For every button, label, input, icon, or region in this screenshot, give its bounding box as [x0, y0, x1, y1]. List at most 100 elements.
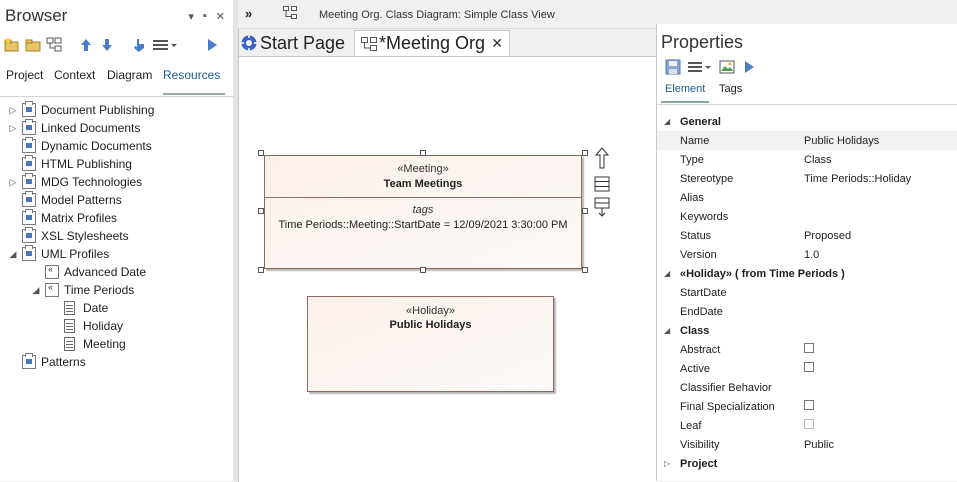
section-class[interactable]: ◢ Class — [657, 321, 957, 340]
expand-icon[interactable]: ▷ — [8, 123, 18, 134]
browser-tabs: Project Context Diagram Resources — [0, 66, 233, 97]
locate-icon[interactable] — [131, 37, 147, 53]
prop-key: Active — [680, 362, 710, 375]
prop-row-version[interactable]: Version 1.0 — [657, 245, 957, 264]
move-up-icon[interactable] — [78, 37, 94, 53]
tree-item-html-publishing[interactable]: HTML Publishing — [8, 155, 132, 173]
collapse-icon[interactable]: ◢ — [664, 269, 670, 278]
tree-item-label: Dynamic Documents — [41, 139, 152, 153]
prop-row-startdate[interactable]: StartDate — [657, 283, 957, 302]
tree-item-mdg-technologies[interactable]: ▷ MDG Technologies — [8, 173, 142, 191]
pin-icon[interactable]: ▪ — [203, 10, 207, 23]
new-package-icon[interactable] — [4, 37, 20, 53]
menu-icon[interactable] — [687, 59, 713, 75]
resize-handle[interactable] — [582, 267, 588, 273]
prop-value[interactable]: Class — [804, 154, 832, 166]
prop-row-leaf[interactable]: Leaf — [657, 416, 957, 435]
collapse-icon[interactable]: ◢ — [664, 117, 670, 126]
prop-value[interactable]: 1.0 — [804, 249, 819, 261]
expand-icon[interactable]: ▷ — [664, 459, 670, 468]
tab-resources[interactable]: Resources — [163, 68, 220, 82]
section-general[interactable]: ◢ General — [657, 112, 957, 131]
properties-drop-icon[interactable] — [594, 197, 610, 220]
tab-start-page[interactable]: Start Page — [240, 30, 345, 56]
close-tab-icon[interactable]: ✕ — [491, 35, 503, 52]
section-holiday[interactable]: ◢ «Holiday» ( from Time Periods ) — [657, 264, 957, 283]
prop-row-final-specialization[interactable]: Final Specialization — [657, 397, 957, 416]
prop-row-keywords[interactable]: Keywords — [657, 207, 957, 226]
prop-value[interactable]: Time Periods::Holiday — [804, 173, 911, 185]
resize-handle[interactable] — [582, 208, 588, 214]
prop-row-visibility[interactable]: Visibility Public — [657, 435, 957, 454]
element-name: Team Meetings — [383, 178, 463, 190]
collapse-icon[interactable]: ◢ — [664, 326, 670, 335]
active-checkbox[interactable] — [804, 362, 814, 372]
resize-handle[interactable] — [582, 150, 588, 156]
tree-item-label: Time Periods — [64, 283, 135, 297]
collapse-icon[interactable]: ◢ — [8, 249, 18, 260]
tree-item-meeting[interactable]: Meeting — [58, 335, 126, 353]
expand-icon[interactable]: ▷ — [8, 105, 18, 116]
compartments-icon[interactable] — [594, 176, 610, 195]
tree-item-label: Linked Documents — [41, 121, 141, 135]
prop-row-active[interactable]: Active — [657, 359, 957, 378]
resize-handle[interactable] — [258, 150, 264, 156]
resize-handle[interactable] — [258, 267, 264, 273]
collapse-icon[interactable]: ◢ — [31, 285, 41, 296]
prop-row-alias[interactable]: Alias — [657, 188, 957, 207]
folder-icon[interactable] — [25, 37, 41, 53]
tree-item-model-patterns[interactable]: Model Patterns — [8, 191, 122, 209]
tree-item-linked-documents[interactable]: ▷ Linked Documents — [8, 119, 140, 137]
close-icon[interactable]: ✕ — [216, 10, 225, 23]
tab-meeting-org[interactable]: *Meeting Org ✕ — [354, 30, 510, 56]
abstract-checkbox[interactable] — [804, 343, 814, 353]
leaf-checkbox[interactable] — [804, 419, 814, 429]
resize-handle[interactable] — [258, 208, 264, 214]
play-icon[interactable] — [741, 59, 757, 75]
tab-tags[interactable]: Tags — [719, 83, 742, 95]
class-element-public-holidays[interactable]: «Holiday» Public Holidays — [307, 296, 554, 392]
tree-item-date[interactable]: Date — [58, 299, 108, 317]
expand-panels-icon[interactable]: » — [245, 6, 252, 21]
move-down-icon[interactable] — [99, 37, 115, 53]
tree-item-time-periods[interactable]: ◢ Time Periods — [31, 281, 134, 299]
tab-element[interactable]: Element — [665, 83, 705, 95]
prop-value[interactable]: Public — [804, 439, 834, 451]
tree-item-xsl-stylesheets[interactable]: XSL Stylesheets — [8, 227, 129, 245]
section-project[interactable]: ▷ Project — [657, 454, 957, 473]
tree-item-uml-profiles[interactable]: ◢ UML Profiles — [8, 245, 109, 263]
prop-row-classifier-behavior[interactable]: Classifier Behavior — [657, 378, 957, 397]
final-specialization-checkbox[interactable] — [804, 400, 814, 410]
tree-item-patterns[interactable]: Patterns — [8, 353, 86, 371]
diagram-icon[interactable] — [46, 37, 62, 53]
tree-item-advanced-date[interactable]: Advanced Date — [31, 263, 146, 281]
prop-row-status[interactable]: Status Proposed — [657, 226, 957, 245]
prop-row-enddate[interactable]: EndDate — [657, 302, 957, 321]
tree-item-label: Holiday — [83, 319, 124, 333]
prop-value[interactable]: Public Holidays — [804, 135, 879, 147]
expand-icon[interactable]: ▷ — [8, 177, 18, 188]
tab-context[interactable]: Context — [54, 68, 95, 82]
resize-handle[interactable] — [420, 267, 426, 273]
tree-item-holiday[interactable]: Holiday — [58, 317, 123, 335]
prop-row-stereotype[interactable]: Stereotype Time Periods::Holiday — [657, 169, 957, 188]
play-icon[interactable] — [204, 37, 220, 53]
tree-item-document-publishing[interactable]: ▷ Document Publishing — [8, 101, 154, 119]
tree-item-matrix-profiles[interactable]: Matrix Profiles — [8, 209, 117, 227]
menu-icon[interactable] — [152, 37, 178, 53]
tree-item-dynamic-documents[interactable]: Dynamic Documents — [8, 137, 152, 155]
diagram-canvas[interactable]: «Meeting» Team Meetings tags Time Period… — [238, 56, 657, 482]
image-icon[interactable] — [719, 59, 735, 75]
prop-row-name[interactable]: Name Public Holidays — [657, 131, 957, 150]
prop-row-type[interactable]: Type Class — [657, 150, 957, 169]
prop-row-abstract[interactable]: Abstract — [657, 340, 957, 359]
tab-project[interactable]: Project — [6, 68, 43, 82]
tab-diagram[interactable]: Diagram — [107, 68, 152, 82]
dropdown-icon[interactable]: ▾ — [188, 10, 194, 23]
quick-linker-arrow-icon[interactable] — [594, 147, 610, 172]
prop-value[interactable]: Proposed — [804, 230, 851, 242]
resize-handle[interactable] — [420, 150, 426, 156]
save-icon[interactable] — [665, 59, 681, 75]
prop-key: Keywords — [680, 210, 729, 223]
class-element-team-meetings[interactable]: «Meeting» Team Meetings tags Time Period… — [264, 155, 582, 269]
